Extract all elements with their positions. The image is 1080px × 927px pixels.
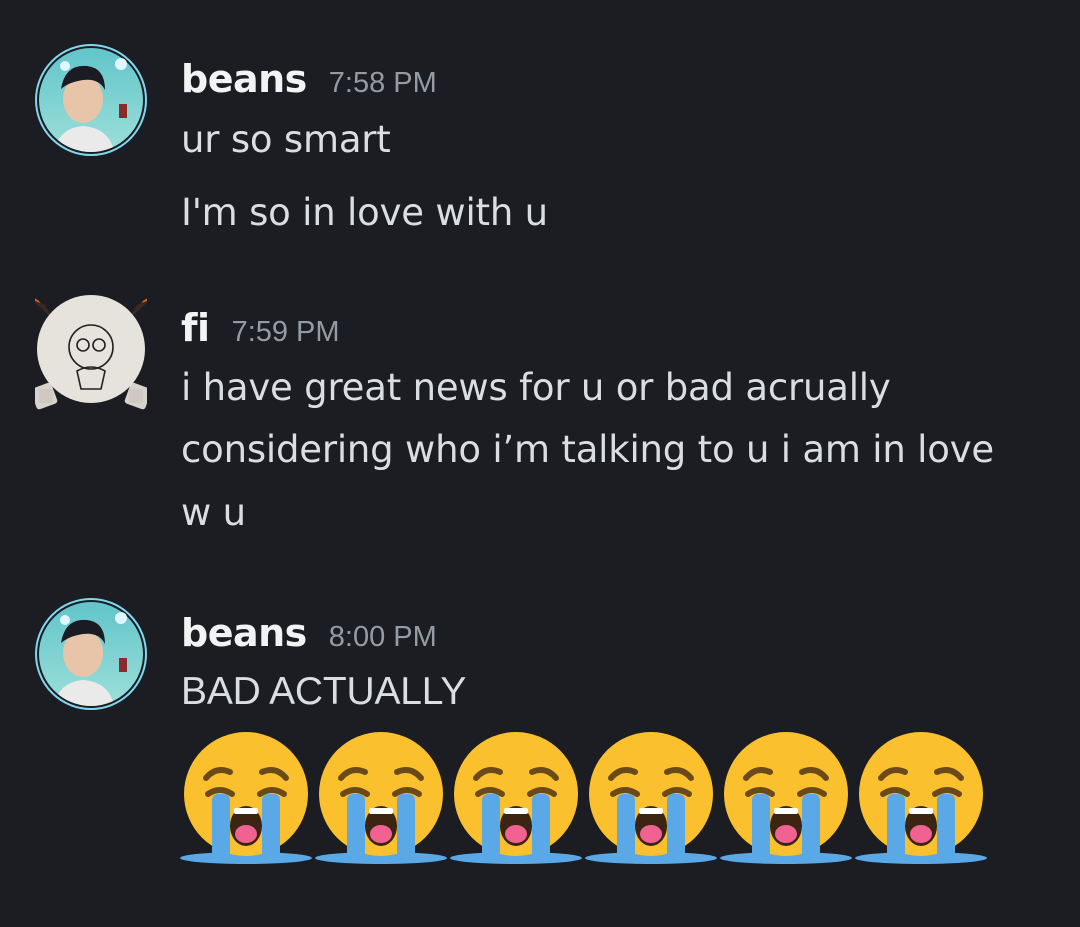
message-text: BAD ACTUALLY — [181, 670, 467, 713]
message-text: w u — [181, 491, 246, 534]
timestamp[interactable]: 7:59 PM — [232, 316, 340, 349]
loudly-crying-face-emoji-icon[interactable] — [178, 730, 314, 866]
message-text: I'm so in love with u — [181, 191, 548, 234]
avatar-image — [35, 598, 147, 710]
timestamp[interactable]: 8:00 PM — [329, 621, 437, 654]
avatar-beans[interactable] — [35, 598, 147, 710]
username[interactable]: beans — [181, 57, 307, 101]
message-text: i have great news for u or bad acrually — [181, 366, 891, 409]
loudly-crying-face-emoji-icon[interactable] — [313, 730, 449, 866]
username[interactable]: fi — [181, 306, 210, 350]
loudly-crying-face-emoji-icon[interactable] — [448, 730, 584, 866]
timestamp[interactable]: 7:58 PM — [329, 67, 437, 100]
message-header: beans 8:00 PM — [181, 611, 437, 655]
message-text: considering who i’m talking to u i am in… — [181, 428, 994, 471]
username[interactable]: beans — [181, 611, 307, 655]
chat-message-list: beans 7:58 PM ur so smart I'm so in love… — [0, 0, 1080, 927]
message-text: ur so smart — [181, 118, 391, 161]
loudly-crying-face-emoji-icon[interactable] — [583, 730, 719, 866]
emoji-row — [178, 730, 988, 866]
loudly-crying-face-emoji-icon[interactable] — [853, 730, 989, 866]
avatar-fi[interactable] — [35, 293, 147, 410]
message-header: fi 7:59 PM — [181, 306, 340, 350]
loudly-crying-face-emoji-icon[interactable] — [718, 730, 854, 866]
avatar-beans[interactable] — [35, 44, 147, 156]
message-header: beans 7:58 PM — [181, 57, 437, 101]
avatar-image — [35, 44, 147, 156]
avatar-image — [35, 295, 147, 410]
